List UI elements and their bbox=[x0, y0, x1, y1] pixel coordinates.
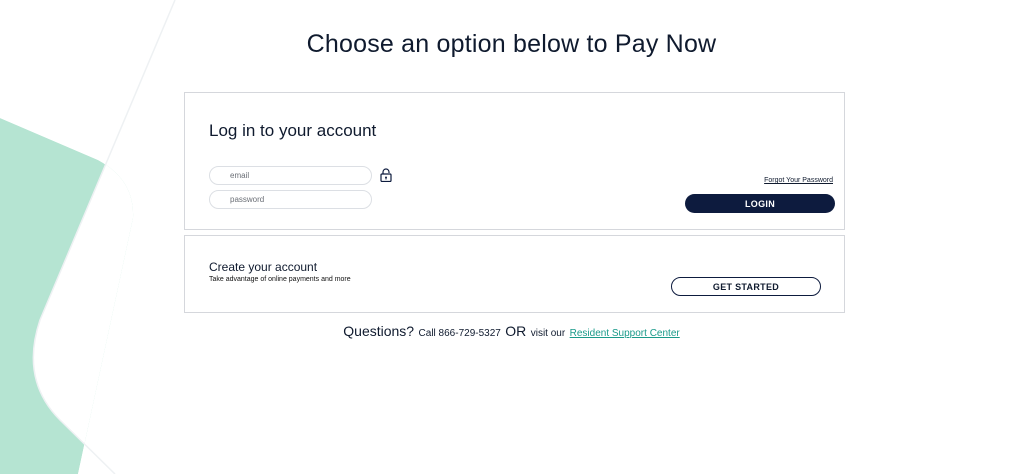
page-title: Choose an option below to Pay Now bbox=[306, 30, 717, 58]
create-account-subtext: Take advantage of online payments and mo… bbox=[209, 276, 351, 283]
call-text: Call 866-729-5327 bbox=[418, 328, 501, 339]
create-account-card: Create your account Take advantage of on… bbox=[184, 235, 845, 313]
lock-icon[interactable] bbox=[380, 168, 392, 182]
password-field[interactable] bbox=[209, 190, 372, 209]
or-text: OR bbox=[505, 323, 527, 339]
email-field[interactable] bbox=[209, 166, 372, 185]
visit-text: visit our bbox=[530, 328, 566, 339]
login-card: Log in to your account Forgot Your Passw… bbox=[184, 92, 845, 230]
forgot-password-link[interactable]: Forgot Your Password bbox=[764, 177, 833, 184]
questions-line: Questions? Call 866-729-5327 OR visit ou… bbox=[0, 323, 1023, 341]
resident-support-link[interactable]: Resident Support Center bbox=[570, 328, 680, 339]
login-button[interactable]: LOGIN bbox=[685, 194, 835, 213]
get-started-button[interactable]: GET STARTED bbox=[671, 277, 821, 296]
login-heading: Log in to your account bbox=[209, 121, 377, 140]
create-account-heading: Create your account bbox=[209, 260, 318, 274]
questions-label: Questions? bbox=[343, 323, 415, 339]
